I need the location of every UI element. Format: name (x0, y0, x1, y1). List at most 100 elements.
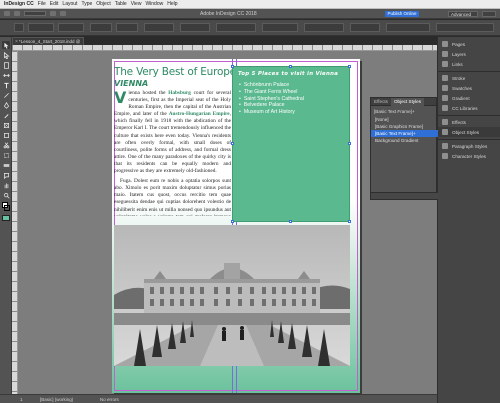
publish-online-button[interactable]: Publish Online (385, 11, 419, 17)
page-tool-icon[interactable] (2, 61, 10, 69)
dock-item-label: Character Styles (452, 153, 486, 159)
menu-edit[interactable]: Edit (50, 1, 59, 7)
bridge-icon[interactable] (4, 11, 10, 16)
zoom-tool-icon[interactable] (2, 191, 10, 199)
dock-item-paragraph-styles[interactable]: Paragraph Styles (438, 141, 500, 151)
list-item[interactable]: Background Gradient (371, 137, 438, 144)
panel-menu-control[interactable] (436, 23, 494, 32)
document-tab[interactable]: × *Lesson_4_Start_2018.indd @ 67% (12, 37, 84, 52)
apply-color-icon[interactable] (2, 215, 10, 221)
dock-item-pages[interactable]: Pages (438, 39, 500, 49)
current-style-label: [Basic Text Frame]+ (374, 109, 415, 114)
palace-photo[interactable] (114, 225, 350, 366)
dock-item-gradient[interactable]: Gradient (438, 93, 500, 103)
list-item[interactable]: [Basic Text Frame]+ (371, 130, 438, 137)
dock-divider (438, 139, 500, 140)
selection-handle[interactable] (289, 220, 292, 223)
zoom-level-field[interactable] (24, 11, 46, 16)
object-style-control[interactable] (216, 23, 256, 32)
dock-item-links[interactable]: Links (438, 59, 500, 69)
document-page[interactable]: The Very Best of Europe VIENNA Vienna ho… (112, 59, 360, 393)
gap-tool-icon[interactable] (2, 71, 10, 79)
hand-tool-icon[interactable] (2, 181, 10, 189)
text-wrap-control[interactable] (304, 23, 344, 32)
highlighted-term: Austro-Hungarian Empire (168, 111, 230, 118)
selection-handle[interactable] (348, 220, 351, 223)
list-item[interactable]: [Basic Graphics Frame] (371, 123, 438, 130)
frame-fitting-control[interactable] (386, 23, 430, 32)
selection-handle[interactable] (231, 220, 234, 223)
selection-handle[interactable] (348, 65, 351, 68)
list-item: Museum of Art History (239, 109, 304, 116)
preflight-status[interactable]: No errors (100, 397, 119, 402)
page-number-field[interactable]: 1 (20, 397, 23, 402)
dock-item-object-styles[interactable]: Object Styles (438, 127, 500, 137)
screen-mode-icon[interactable] (60, 11, 66, 16)
free-transform-tool-icon[interactable] (2, 151, 10, 159)
selection-handle[interactable] (289, 65, 292, 68)
page-subhead[interactable]: VIENNA (114, 79, 148, 88)
corner-options-control[interactable] (350, 23, 380, 32)
reference-point-icon[interactable] (14, 23, 24, 32)
menu-object[interactable]: Object (96, 1, 110, 7)
menu-window[interactable]: Window (145, 1, 163, 7)
pen-tool-icon[interactable] (2, 101, 10, 109)
zoom-icon[interactable] (14, 11, 20, 16)
note-tool-icon[interactable] (2, 171, 10, 179)
object-styles-icon (442, 129, 448, 135)
rotation-field[interactable] (116, 23, 138, 32)
line-tool-icon[interactable] (2, 91, 10, 99)
direct-selection-tool-icon[interactable] (2, 51, 10, 59)
list-item: Belvedere Palace (239, 102, 304, 109)
dock-item-label: Pages (452, 41, 466, 47)
type-tool-icon[interactable] (2, 81, 10, 89)
menu-layout[interactable]: Layout (62, 1, 77, 7)
menu-help[interactable]: Help (167, 1, 177, 7)
drop-cap: V (114, 90, 127, 107)
window-title: Adobe InDesign CC 2018 (200, 11, 257, 17)
search-field[interactable] (482, 11, 496, 17)
dock-item-cc-libraries[interactable]: CC Libraries (438, 103, 500, 113)
menu-table[interactable]: Table (115, 1, 127, 7)
selection-handle[interactable] (348, 142, 351, 145)
selection-tool-icon[interactable] (2, 41, 10, 49)
tab-object-styles[interactable]: Object Styles (390, 97, 425, 106)
dock-item-layers[interactable]: Layers (438, 49, 500, 59)
gradient-swatch-tool-icon[interactable] (2, 161, 10, 169)
page-headline[interactable]: The Very Best of Europe (114, 66, 232, 78)
control-panel (0, 20, 500, 36)
menu-view[interactable]: View (131, 1, 142, 7)
selection-handle[interactable] (231, 142, 234, 145)
dock-item-swatches[interactable]: Swatches (438, 83, 500, 93)
menu-type[interactable]: Type (81, 1, 92, 7)
width-field[interactable] (58, 23, 84, 32)
menu-file[interactable]: File (38, 1, 46, 7)
workspace-switcher[interactable]: Advanced (448, 11, 478, 17)
dock-item-label: Effects (452, 119, 466, 125)
selection-handle[interactable] (231, 65, 234, 68)
fill-swatch-control[interactable] (144, 23, 174, 32)
dock-item-effects[interactable]: Effects (438, 117, 500, 127)
body-text-frame[interactable]: Vienna hosted the Habsburg court for sev… (114, 90, 231, 216)
dock-item-character-styles[interactable]: Character Styles (438, 151, 500, 161)
dock-item-stroke[interactable]: Stroke (438, 73, 500, 83)
x-position-field[interactable] (28, 23, 54, 32)
sidebar-text-frame[interactable]: Top 5 Places to visit in Vienna Schönbru… (231, 65, 351, 223)
application-bar: Adobe InDesign CC 2018 Publish Online Ad… (0, 9, 500, 19)
scissors-tool-icon[interactable] (2, 141, 10, 149)
dock-item-label: Object Styles (452, 129, 480, 135)
app-name: InDesign CC (4, 1, 34, 7)
tab-effects[interactable]: Effects (371, 98, 391, 106)
rectangle-tool-icon[interactable] (2, 131, 10, 139)
scale-field[interactable] (90, 23, 112, 32)
rectangle-frame-tool-icon[interactable] (2, 121, 10, 129)
links-icon (442, 61, 448, 67)
list-item[interactable]: [None] (371, 116, 438, 123)
effects-control[interactable] (262, 23, 298, 32)
master-indicator[interactable]: [Basic] (working) (40, 397, 73, 402)
view-options-icon[interactable] (50, 11, 56, 16)
stroke-swatch[interactable] (4, 205, 10, 211)
body-text-run: , which finally fell in 1918 with the ab… (114, 111, 231, 175)
stroke-weight-control[interactable] (180, 23, 210, 32)
pencil-tool-icon[interactable] (2, 111, 10, 119)
